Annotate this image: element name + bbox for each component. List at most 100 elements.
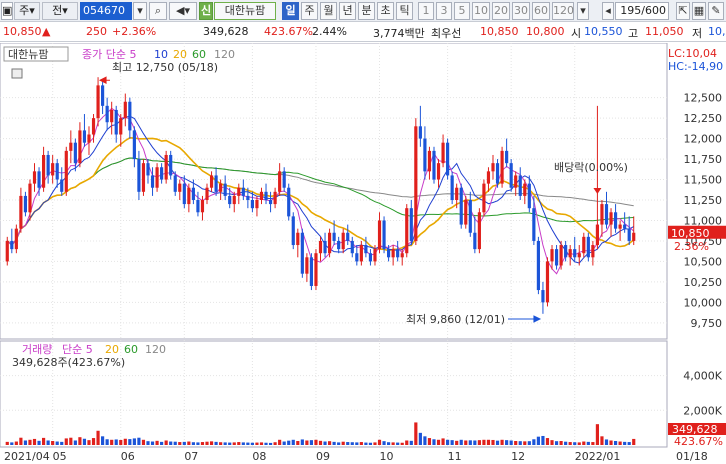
volume-legend-title: 거래량 [22, 343, 52, 356]
candle-body [14, 228, 18, 250]
price-tick-label: 10,000 [684, 296, 723, 309]
volume-bar [96, 430, 100, 445]
interval-30[interactable]: 30 [512, 2, 530, 20]
candle-body [32, 171, 37, 184]
volume-bar [23, 440, 28, 445]
volume-legend-ma120: 120 [145, 343, 166, 356]
volume-bar [337, 442, 341, 445]
candle-body [400, 253, 404, 258]
candle-body [182, 183, 186, 205]
candle-body [5, 240, 9, 262]
volume-bar [464, 440, 468, 445]
legend-ma10: 10 [154, 48, 168, 61]
volume-bar [405, 440, 409, 445]
interval-20[interactable]: 20 [492, 2, 510, 20]
candle-body [64, 150, 68, 192]
interval-60[interactable]: 60 [532, 2, 550, 20]
period-tab-second[interactable]: 초 [377, 2, 394, 20]
candle-body [132, 130, 136, 160]
candle-body [364, 245, 368, 254]
volume-bar [169, 441, 173, 445]
candle-body [219, 183, 223, 192]
audio-icon[interactable]: ◀▾ [169, 2, 197, 20]
candle-body [223, 183, 227, 196]
period-tab-year[interactable]: 년 [339, 2, 356, 20]
candle-body [355, 253, 359, 262]
volume-bar [209, 441, 214, 445]
interval-10[interactable]: 10 [472, 2, 490, 20]
stock-name[interactable]: 대한뉴팜 [214, 2, 276, 20]
interval-120[interactable]: 120 [552, 2, 574, 20]
price-change: 250 [86, 25, 107, 38]
settings-icon[interactable]: ✎ [708, 2, 724, 20]
candle-body [101, 85, 105, 106]
volume-bar [268, 442, 273, 445]
market-label: 주 [19, 4, 30, 17]
lc-label: LC:10,04 [668, 47, 717, 60]
candle-body [87, 134, 91, 143]
candle-body [250, 200, 254, 209]
expand-icon[interactable]: ⇱ [676, 2, 690, 20]
high-label: 고 [628, 27, 639, 40]
kind-label: 전 [52, 4, 63, 17]
candle-body [305, 257, 309, 274]
market-select[interactable]: 주▾ [14, 2, 40, 20]
volume-bar [255, 442, 259, 445]
search-icon[interactable]: ⌕ [149, 2, 167, 20]
price-tick-label: 10,500 [684, 255, 723, 268]
volume-bar [423, 436, 427, 445]
volume-bar [264, 442, 268, 445]
volume-legend-ma5: 단순 5 [62, 343, 93, 356]
period-tab-tick[interactable]: 틱 [396, 2, 413, 20]
volume-axis: 2,000K 4,000K [683, 370, 722, 418]
period-tab-week[interactable]: 주 [301, 2, 318, 20]
volume-bar [187, 441, 191, 445]
interval-1[interactable]: 1 [418, 2, 434, 20]
candle-body [387, 249, 391, 258]
lock-toggle[interactable]: ▣ [1, 2, 13, 20]
count-field[interactable]: 195/600 [615, 2, 669, 20]
interval-5[interactable]: 5 [454, 2, 470, 20]
interval-3[interactable]: 3 [436, 2, 452, 20]
panel-settings-icon[interactable] [11, 68, 23, 79]
kind-select[interactable]: 전▾ [42, 2, 78, 20]
volume-bar [400, 442, 404, 445]
candle-body [564, 245, 568, 258]
candle-body [205, 187, 209, 200]
volume-ratio: 423.67% [264, 25, 313, 38]
candle-body [169, 154, 173, 176]
volume-bar [536, 436, 540, 445]
volume-bar [46, 440, 50, 445]
volume-bar [368, 442, 373, 445]
date-tick-label: 06 [121, 450, 135, 463]
open-label: 시 [571, 27, 582, 40]
candle-body [128, 101, 132, 131]
stock-code-input[interactable]: 054670 [80, 2, 132, 20]
volume-bar [387, 442, 391, 445]
legend-ma60: 60 [192, 48, 206, 61]
volume-bar [432, 439, 436, 445]
volume-bar [623, 441, 627, 445]
date-tick-label: 09 [316, 450, 330, 463]
volume-bar [527, 441, 531, 445]
code-dropdown[interactable]: ▾ [133, 2, 147, 20]
volume-bar [101, 436, 105, 445]
volume-tick-label: 2,000K [683, 404, 722, 417]
period-tab-day[interactable]: 일 [282, 2, 299, 20]
candle-body [495, 163, 500, 184]
grid-icon[interactable]: ▦ [692, 2, 706, 20]
candle-body [459, 187, 463, 225]
candle-body [228, 195, 232, 205]
count-decrease-icon[interactable]: ◂ [602, 2, 614, 20]
candle-body [591, 245, 595, 258]
volume-bar [523, 441, 527, 445]
period-tab-minute[interactable]: 분 [358, 2, 375, 20]
candle-body [51, 163, 55, 176]
volume-pct-tag: 423.67% [674, 435, 723, 448]
volume-bar [500, 439, 504, 445]
period-tab-month[interactable]: 월 [320, 2, 337, 20]
interval-dropdown[interactable]: ▾ [577, 2, 589, 20]
low-label: 저 [692, 27, 703, 40]
volume-bar [545, 438, 550, 445]
stock-chart[interactable]: 9,75010,00010,25010,50010,75011,00011,25… [0, 43, 726, 464]
